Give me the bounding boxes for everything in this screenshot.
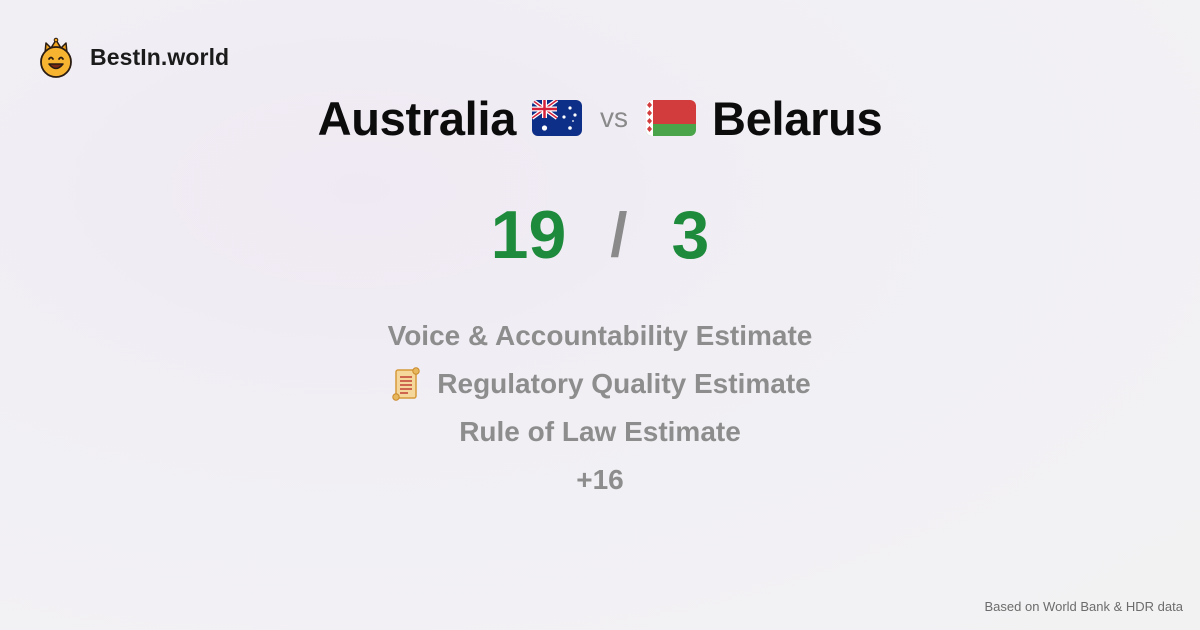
source-note: Based on World Bank & HDR data: [984, 599, 1183, 614]
scroll-icon: [392, 367, 420, 401]
crown-smiley-icon: [40, 37, 72, 78]
score-separator: /: [610, 200, 628, 270]
metrics-list: Voice & Accountability Estimate Regulato…: [0, 312, 1200, 504]
country-b-name: Belarus: [712, 91, 883, 145]
metric-item: Rule of Law Estimate: [0, 408, 1200, 456]
brand-logo[interactable]: BestIn.world: [38, 36, 229, 78]
score-comparison: 19 / 3: [0, 196, 1200, 274]
belarus-flag-icon: [646, 100, 697, 136]
metric-label: Voice & Accountability Estimate: [387, 320, 813, 351]
metric-label: Regulatory Quality Estimate: [437, 368, 811, 399]
australia-flag-icon: [532, 100, 583, 136]
vs-label: vs: [600, 102, 629, 133]
country-b-score: 3: [671, 197, 710, 273]
metric-item: Voice & Accountability Estimate: [0, 312, 1200, 360]
brand-name: BestIn.world: [90, 43, 230, 70]
metric-item: Regulatory Quality Estimate: [0, 360, 1200, 408]
more-metrics-count: +16: [576, 464, 624, 495]
country-a-name: Australia: [317, 91, 517, 145]
metric-label: Rule of Law Estimate: [459, 416, 741, 447]
comparison-title: Australia vs Belarus: [0, 88, 1200, 148]
country-a-score: 19: [490, 197, 567, 273]
